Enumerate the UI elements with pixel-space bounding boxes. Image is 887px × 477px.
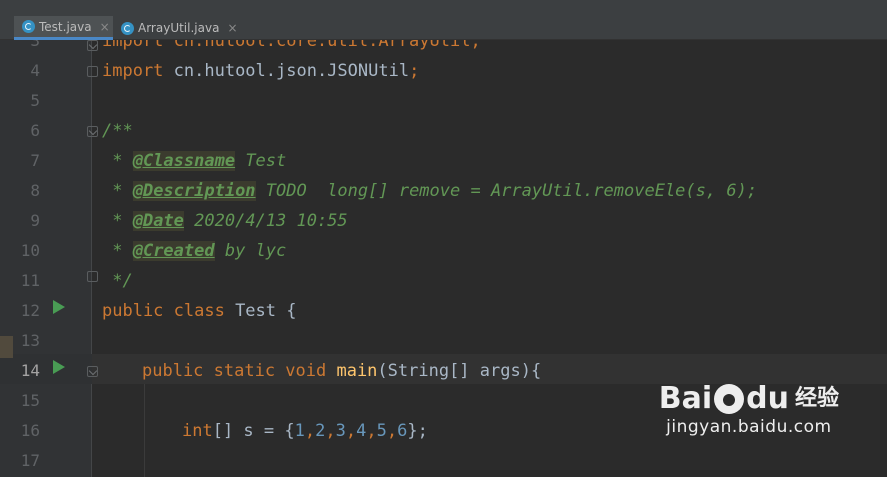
int-literal: 4 [356,421,367,441]
class-decl: Test { [235,301,297,321]
logo-text-cn: 经验 [794,386,839,411]
line-number: 5 [30,91,40,110]
run-main-icon[interactable] [53,360,65,374]
line-number: 4 [30,61,40,80]
java-class-icon [22,20,35,33]
logo-text-right: du [746,381,789,416]
method-name: main [336,361,378,381]
code-line: 6 /** [0,116,887,146]
array-close: }; [407,421,428,441]
logo-text-left: Bai [658,381,713,416]
code-line: 9 * @Date 2020/4/13 10:55 [0,206,887,236]
baidu-jingyan-watermark: Bai du 经验 jingyan.baidu.com [659,383,839,438]
javadoc-tag: @Classname [132,151,236,171]
doc-prefix: * [102,211,133,231]
line-number: 9 [30,211,40,230]
int-literal: 2 [315,421,326,441]
watermark-logo: Bai du 经验 [659,383,839,415]
keyword: import [102,61,174,81]
line-number: 14 [20,361,40,380]
tab-test-java[interactable]: Test.java × [14,16,113,40]
int-literal: 3 [335,421,346,441]
doc-prefix: * [102,241,133,261]
tab-label: Test.java [39,19,92,34]
close-icon[interactable]: × [100,20,110,34]
code-line: 4 import cn.hutool.json.JSONUtil; [0,56,887,86]
javadoc-tag: @Created [132,241,215,261]
line-number: 7 [30,151,40,170]
tab-label: ArrayUtil.java [138,21,220,35]
line-number: 10 [20,241,40,260]
int-literal: 6 [397,421,408,441]
javadoc-open: /** [102,121,133,141]
watermark-url: jingyan.baidu.com [666,417,832,437]
code-line: 7 * @Classname Test [0,146,887,176]
code-line: 3 import cn.hutool.core.util.ArrayUtil; [0,40,887,56]
code-line: 13 [0,326,887,356]
doc-prefix: * [102,151,133,171]
array-decl: [] s = { [212,421,295,441]
keyword: public class [102,301,236,321]
fold-toggle[interactable] [87,126,98,137]
doc-text: TODO long[] remove = ArrayUtil.removeEle… [255,181,758,201]
line-number: 8 [30,181,40,200]
line-number: 3 [30,40,40,50]
doc-text: by lyc [214,241,287,261]
method-params: (String[] args){ [377,361,542,381]
fold-end-marker [87,271,98,282]
code-line: 10 * @Created by lyc [0,236,887,266]
fold-toggle[interactable] [87,366,98,377]
doc-text: 2020/4/13 10:55 [183,211,348,231]
java-class-icon [121,21,134,35]
javadoc-tag: @Date [132,211,184,231]
fold-toggle[interactable] [87,40,98,51]
javadoc-tag: @Description [132,181,256,201]
import-path: cn.hutool.json.JSONUtil [173,61,410,81]
code-line: 17 [0,446,887,476]
line-number: 16 [20,421,40,440]
paw-icon [714,384,745,414]
line-number: 11 [20,271,40,290]
keyword: public static void [142,361,337,381]
int-literal: 5 [376,421,387,441]
line-number: 6 [30,121,40,140]
code-line: 12 public class Test { [0,296,887,326]
javadoc-close: */ [102,271,133,291]
code-line: 11 */ [0,266,887,296]
code-line: 8 * @Description TODO long[] remove = Ar… [0,176,887,206]
line-number: 12 [20,301,40,320]
editor-tab-bar: Test.java × ArrayUtil.java × [0,16,887,40]
keyword: int [182,421,213,441]
fold-end-marker [87,66,98,77]
doc-text: Test [235,151,287,171]
code-line: 5 [0,86,887,116]
window-top-strip [0,0,887,16]
code-text: import cn.hutool.core.util.ArrayUtil; [102,40,481,51]
doc-prefix: * [102,181,133,201]
run-class-icon[interactable] [53,300,65,314]
close-icon[interactable]: × [227,21,237,35]
line-number: 17 [20,451,40,470]
line-number: 15 [20,391,40,410]
tab-arrayutil-java[interactable]: ArrayUtil.java × [113,16,243,40]
line-number: 13 [20,331,40,350]
semicolon: ; [409,61,420,81]
int-literal: 1 [294,421,305,441]
